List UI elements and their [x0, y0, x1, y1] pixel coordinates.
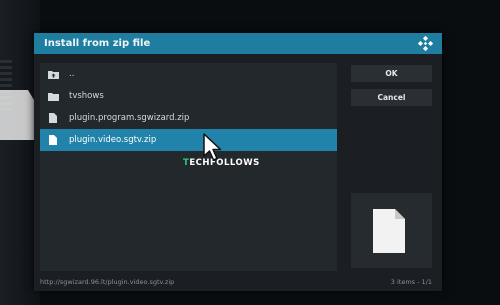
watermark-rest: ECHFOLLOWS — [189, 158, 260, 168]
dialog-title: Install from zip file — [44, 38, 151, 49]
footer-item-count: 3 items - 1/1 — [390, 278, 432, 286]
list-item-parent[interactable]: .. — [40, 63, 337, 85]
cancel-button[interactable]: Cancel — [351, 89, 432, 106]
file-icon — [47, 112, 59, 124]
ok-button[interactable]: OK — [351, 65, 432, 82]
folder-icon — [47, 90, 59, 102]
list-item-label: .. — [69, 69, 75, 79]
file-preview — [351, 193, 432, 268]
list-item-sgtv-zip[interactable]: plugin.video.sgtv.zip — [40, 129, 337, 151]
list-item-label: plugin.program.sgwizard.zip — [69, 113, 190, 123]
footer-path: http://sgwizard.96.lt/plugin.video.sgtv.… — [40, 278, 175, 286]
document-icon — [373, 209, 405, 253]
mouse-pointer-icon — [203, 133, 222, 161]
dialog-titlebar: Install from zip file — [34, 33, 442, 54]
list-item-label: tvshows — [69, 91, 104, 101]
list-item-tvshows[interactable]: tvshows — [40, 85, 337, 107]
file-icon — [47, 134, 59, 146]
folder-up-icon — [47, 68, 59, 80]
list-item-label: plugin.video.sgtv.zip — [69, 135, 157, 145]
list-item-sgwizard-zip[interactable]: plugin.program.sgwizard.zip — [40, 107, 337, 129]
kodi-logo-icon — [417, 35, 434, 52]
